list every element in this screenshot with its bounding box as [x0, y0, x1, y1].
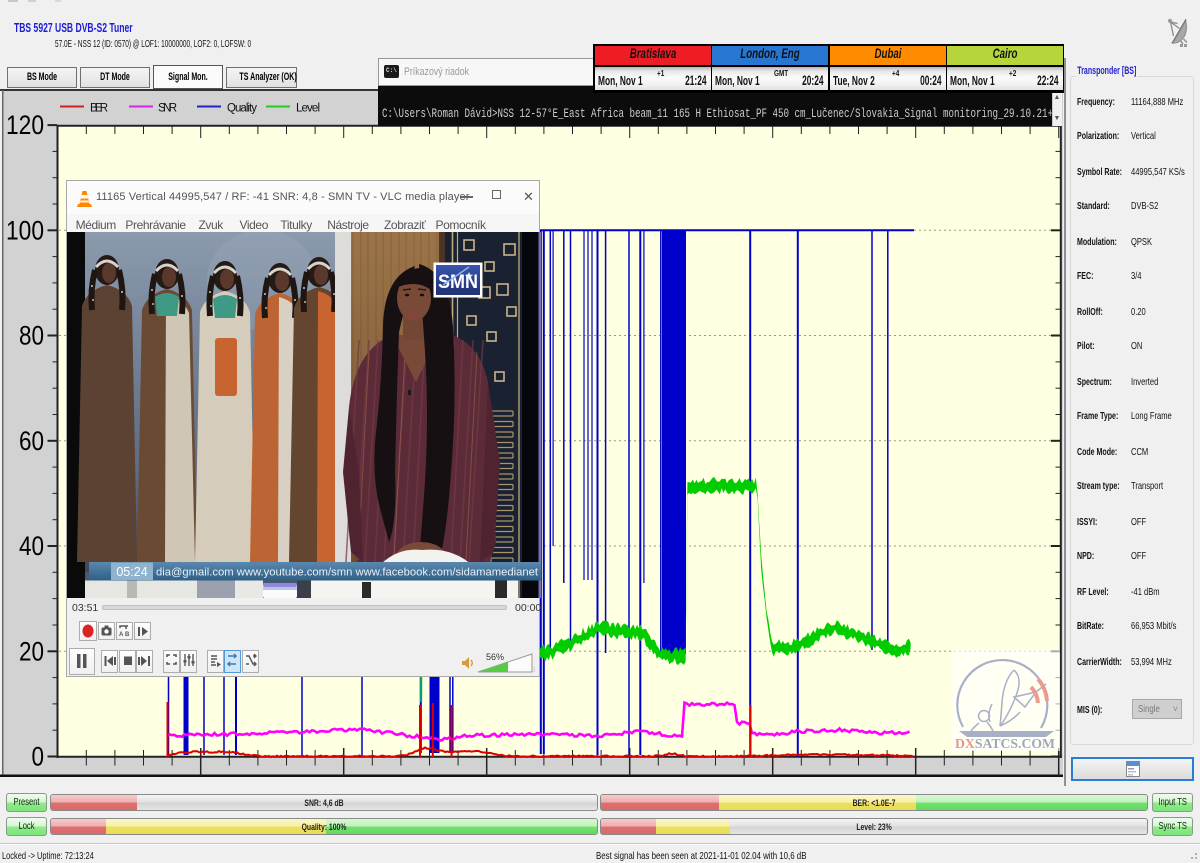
svg-text:B: B — [125, 632, 130, 638]
svg-text:A: A — [119, 632, 124, 638]
svg-text:dia@gmail.com www.youtube.com/: dia@gmail.com www.youtube.com/smn www.fa… — [156, 567, 538, 579]
svg-text:Level: Level — [296, 103, 320, 115]
svg-text:0: 0 — [32, 742, 45, 772]
svg-text:20: 20 — [19, 636, 44, 666]
svg-text:40: 40 — [19, 531, 44, 561]
svg-text:60: 60 — [19, 426, 44, 456]
svg-text:SNR: SNR — [158, 103, 177, 115]
svg-text:Quality: Quality — [227, 103, 257, 115]
svg-text:56%: 56% — [486, 652, 504, 662]
svg-text:120: 120 — [6, 110, 44, 140]
svg-text:80: 80 — [19, 321, 44, 351]
svg-text:BER: BER — [90, 103, 108, 115]
svg-text:100: 100 — [6, 215, 44, 245]
svg-text:DXSATCS.COM: DXSATCS.COM — [955, 737, 1055, 752]
svg-text:05:24: 05:24 — [116, 565, 147, 579]
